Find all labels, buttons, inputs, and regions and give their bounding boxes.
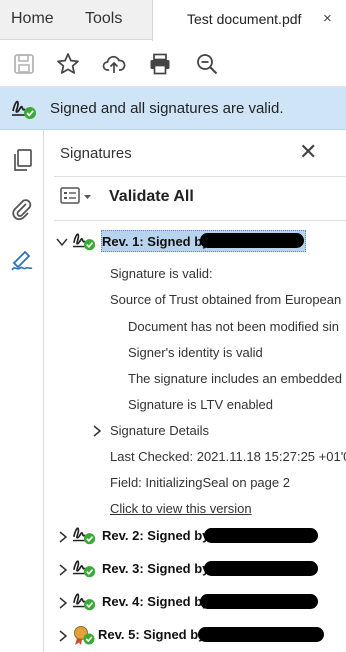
signature-valid-icon xyxy=(71,556,97,580)
bookmark-star-icon[interactable] xyxy=(56,52,80,76)
tab-document[interactable]: Test document.pdf × xyxy=(152,0,346,41)
save-icon[interactable] xyxy=(12,52,36,76)
last-checked-text: Last Checked: 2021.11.18 15:27:25 +01'0( xyxy=(110,449,346,464)
pages-icon[interactable] xyxy=(9,147,35,173)
validate-all-button[interactable]: Validate All xyxy=(109,188,194,206)
navigation-rail xyxy=(0,130,44,652)
signature-valid-icon xyxy=(71,229,97,253)
chevron-down-icon[interactable] xyxy=(56,234,68,250)
source-of-trust-text: Source of Trust obtained from European xyxy=(110,292,342,307)
chevron-right-icon[interactable] xyxy=(58,563,68,579)
signature-valid-icon xyxy=(71,589,97,613)
seal-certificate-icon xyxy=(71,623,97,647)
chevron-right-icon[interactable] xyxy=(58,629,68,645)
revision-3-label[interactable]: Rev. 3: Signed by xyxy=(102,561,209,576)
redaction xyxy=(200,233,304,248)
panel-title: Signatures xyxy=(60,145,132,162)
revision-2-label[interactable]: Rev. 2: Signed by xyxy=(102,528,209,543)
view-version-link[interactable]: Click to view this version xyxy=(110,501,252,516)
signer-identity-text: Signer's identity is valid xyxy=(128,345,263,360)
revision-5-label[interactable]: Rev. 5: Signed by xyxy=(98,627,205,642)
signatures-icon[interactable] xyxy=(9,247,35,273)
revision-4-label[interactable]: Rev. 4: Signed by xyxy=(102,594,209,609)
attachments-icon[interactable] xyxy=(9,197,35,223)
ltv-enabled-text: Signature is LTV enabled xyxy=(128,397,274,412)
chevron-right-icon[interactable] xyxy=(92,424,102,440)
divider xyxy=(54,176,346,177)
signature-valid-text: Signature is valid: xyxy=(110,266,213,281)
redaction xyxy=(204,561,318,576)
close-panel-button[interactable]: ✕ xyxy=(299,139,317,165)
redaction xyxy=(204,528,318,543)
close-document-button[interactable]: × xyxy=(323,10,332,27)
tab-tools[interactable]: Tools xyxy=(85,10,122,28)
not-modified-text: Document has not been modified sin xyxy=(128,319,340,334)
print-icon[interactable] xyxy=(148,52,172,76)
redaction xyxy=(198,627,324,642)
chevron-right-icon[interactable] xyxy=(58,530,68,546)
revision-1-label[interactable]: Rev. 1: Signed by xyxy=(102,234,209,249)
signature-valid-icon xyxy=(10,96,38,122)
upload-cloud-icon[interactable] xyxy=(102,52,126,76)
signatures-panel: Signatures ✕ Validate All Rev. 1: Signed… xyxy=(44,130,346,652)
chevron-right-icon[interactable] xyxy=(58,596,68,612)
tab-home[interactable]: Home xyxy=(11,10,54,28)
field-text: Field: InitializingSeal on page 2 xyxy=(110,475,290,490)
zoom-out-icon[interactable] xyxy=(195,52,219,76)
document-tab-title: Test document.pdf xyxy=(187,11,302,27)
signature-status-banner: Signed and all signatures are valid. xyxy=(0,87,346,130)
banner-text: Signed and all signatures are valid. xyxy=(50,100,284,117)
tab-bar: Home Tools Test document.pdf × xyxy=(0,0,346,41)
panel-options-button[interactable] xyxy=(60,186,94,208)
toolbar xyxy=(0,41,346,87)
embedded-timestamp-text: The signature includes an embedded xyxy=(128,371,342,386)
redaction xyxy=(200,594,318,609)
signature-details-item[interactable]: Signature Details xyxy=(110,423,209,438)
signature-valid-icon xyxy=(71,523,97,547)
divider xyxy=(54,220,346,221)
